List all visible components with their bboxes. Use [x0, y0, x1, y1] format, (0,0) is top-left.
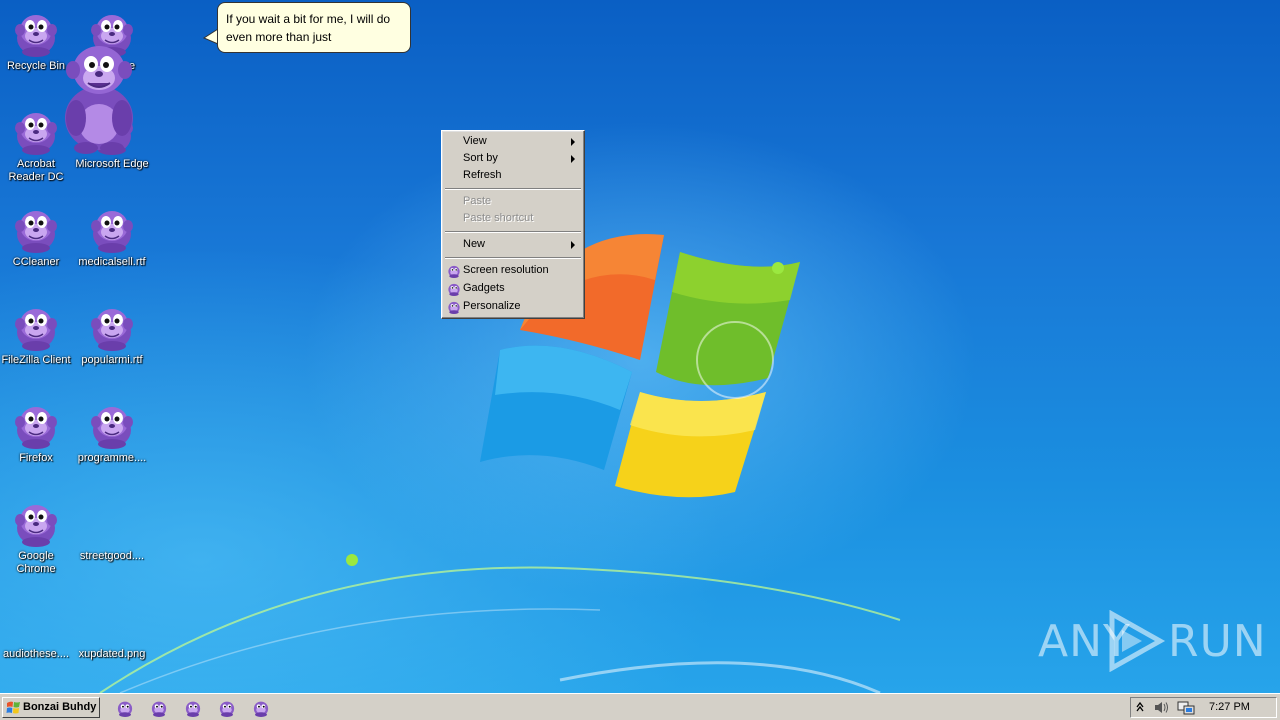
menu-item-label: New	[463, 238, 486, 250]
network-icon[interactable]	[1177, 700, 1195, 716]
bonzi-buddy-character[interactable]	[56, 38, 142, 154]
bonzi-icon[interactable]	[149, 698, 169, 717]
bonzi-speech-balloon[interactable]: If you wait a bit for me, I will do even…	[217, 2, 411, 53]
menu-item-label: Paste	[463, 195, 492, 207]
desktop-icon-label: FileZilla Client	[1, 354, 71, 366]
start-button[interactable]: Bonzai Buhdy	[2, 697, 100, 718]
taskbar: Bonzai Buhdy 7:27 PM	[0, 693, 1280, 720]
menu-item-sort-by[interactable]: Sort by	[445, 150, 581, 167]
desktop-icon-firefox[interactable]: Firefox	[0, 394, 74, 484]
menu-item-screen-resolution[interactable]: Screen resolution	[445, 262, 581, 279]
menu-item-view[interactable]: View	[445, 133, 581, 150]
menu-item-label: Sort by	[463, 152, 498, 164]
menu-item-new[interactable]: New	[445, 236, 581, 253]
watermark-text-right: RUN	[1168, 616, 1267, 667]
bonzi-icon	[14, 308, 58, 352]
bonzi-icon	[448, 283, 460, 296]
bonzi-icon	[90, 210, 134, 254]
bonzi-icon	[14, 504, 58, 548]
bonzi-icon	[14, 14, 58, 58]
desktop-icon-label: programme....	[77, 452, 147, 464]
desktop-icon-filezilla[interactable]: FileZilla Client	[0, 296, 74, 386]
bonzi-icon[interactable]	[251, 698, 271, 717]
clock[interactable]: 7:27 PM	[1209, 701, 1250, 713]
menu-item-label: Refresh	[463, 169, 502, 181]
menu-item-label: View	[463, 135, 487, 147]
bonzi-icon	[90, 308, 134, 352]
desktop-icon-medicalsell[interactable]: medicalsell.rtf	[74, 198, 150, 288]
menu-item-label: Gadgets	[463, 282, 505, 294]
menu-item-gadgets[interactable]: Gadgets	[445, 280, 581, 297]
anyrun-watermark: ANY RUN	[1038, 610, 1266, 672]
desktop-icon-label: popularmi.rtf	[81, 354, 143, 366]
menu-separator	[445, 257, 581, 259]
play-logo-icon	[1109, 610, 1166, 672]
submenu-arrow-icon	[571, 138, 575, 146]
bonzi-icon	[14, 406, 58, 450]
bonzi-icon	[448, 265, 460, 278]
show-hidden-icons-icon[interactable]	[1135, 700, 1145, 714]
desktop-icon-label: audiothese....	[2, 648, 70, 660]
desktop-icon-label: streetgood....	[79, 550, 145, 562]
desktop-icon-programme[interactable]: programme....	[74, 394, 150, 484]
desktop-icon-ccleaner[interactable]: CCleaner	[0, 198, 74, 288]
windows-logo-icon	[6, 701, 20, 714]
bonzi-icon	[90, 406, 134, 450]
bonzi-icon	[14, 210, 58, 254]
speaker-icon[interactable]	[1153, 700, 1169, 715]
desktop-icon-label: Google Chrome	[16, 550, 56, 575]
blank-file-icon	[88, 498, 136, 548]
desktop-icon-label: Microsoft Edge	[75, 158, 149, 170]
desktop-icon-google-chrome[interactable]: Google Chrome	[0, 492, 74, 582]
desktop[interactable]: Recycle Bin Acrobat Reader DC CCleaner F…	[0, 0, 1280, 693]
menu-separator	[445, 188, 581, 190]
windows-wallpaper-logo	[99, 234, 901, 693]
bonzi-icon[interactable]	[217, 698, 237, 717]
menu-item-personalize[interactable]: Personalize	[445, 298, 581, 315]
bonzi-icon[interactable]	[183, 698, 203, 717]
menu-item-label: Screen resolution	[463, 264, 549, 276]
bonzi-icon[interactable]	[115, 698, 135, 717]
desktop-icon-label: Firefox	[19, 452, 53, 464]
desktop-icon-xupdated[interactable]: xupdated.png	[74, 590, 150, 680]
desktop-icon-audiothese[interactable]: audiothese....	[0, 590, 74, 680]
bonzi-icon	[14, 112, 58, 156]
menu-separator	[445, 231, 581, 233]
desktop-icon-popularmi[interactable]: popularmi.rtf	[74, 296, 150, 386]
menu-item-label: Personalize	[463, 300, 521, 312]
menu-item-paste-shortcut: Paste shortcut	[445, 210, 581, 227]
menu-item-refresh[interactable]: Refresh	[445, 167, 581, 184]
menu-item-label: Paste shortcut	[463, 212, 534, 224]
system-tray: 7:27 PM	[1130, 697, 1277, 718]
desktop-icon-label: CCleaner	[12, 256, 60, 268]
bonzi-icon	[448, 301, 460, 314]
blank-file-icon	[12, 596, 60, 646]
desktop-context-menu: View Sort by Refresh Paste Paste shortcu…	[441, 130, 585, 319]
desktop-icon-label: medicalsell.rtf	[78, 256, 146, 268]
desktop-icon-label: xupdated.png	[78, 648, 146, 660]
desktop-icon-streetgood[interactable]: streetgood....	[74, 492, 150, 582]
desktop-icon-label: Acrobat Reader DC	[8, 158, 64, 183]
blank-file-icon	[88, 596, 136, 646]
submenu-arrow-icon	[571, 241, 575, 249]
menu-item-paste: Paste	[445, 193, 581, 210]
submenu-arrow-icon	[571, 155, 575, 163]
balloon-text: If you wait a bit for me, I will do even…	[226, 12, 391, 44]
start-button-label: Bonzai Buhdy	[23, 701, 97, 713]
